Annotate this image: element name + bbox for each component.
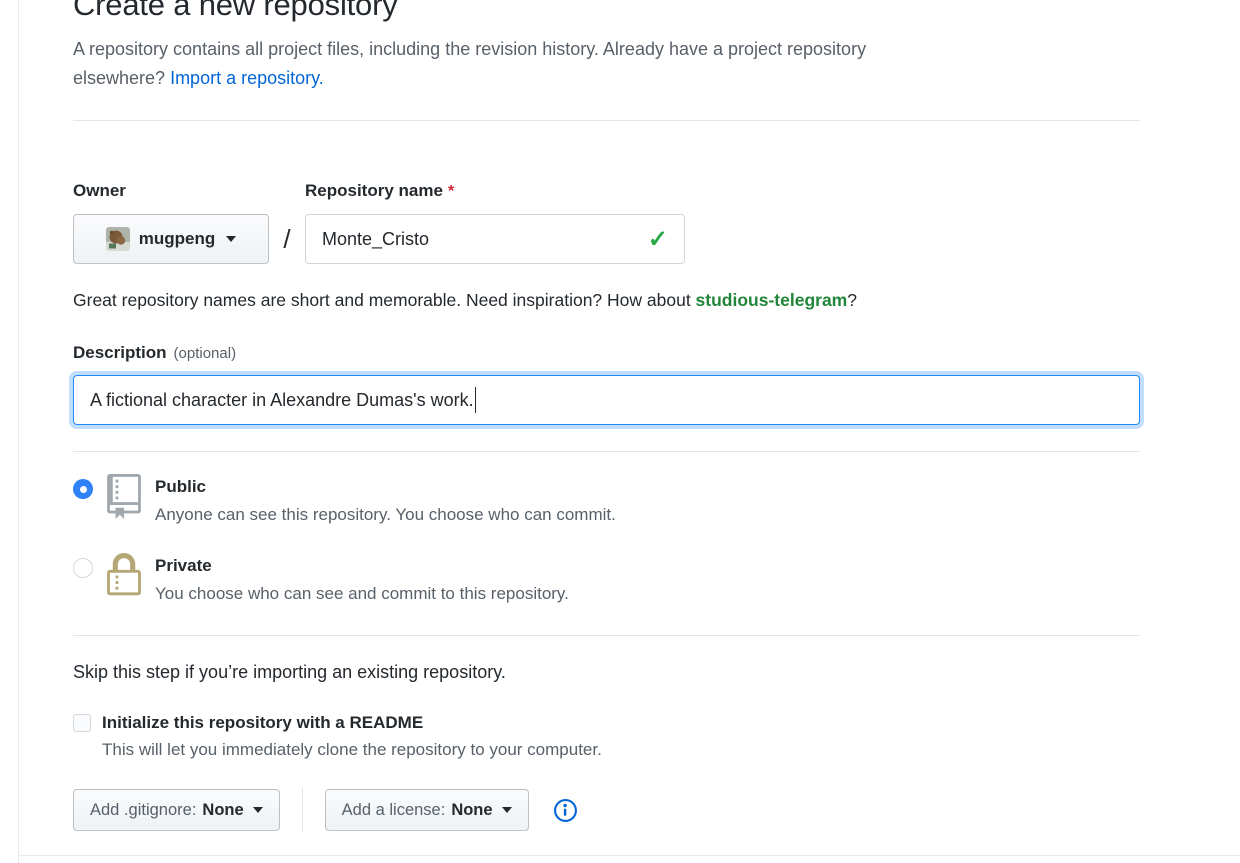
public-option-label: Public xyxy=(155,474,616,499)
readme-label: Initialize this repository with a README xyxy=(102,713,423,733)
readme-checkbox-row[interactable]: Initialize this repository with a README xyxy=(73,713,1140,733)
private-radio[interactable] xyxy=(73,558,93,578)
divider-top xyxy=(73,120,1140,121)
repo-book-icon xyxy=(106,474,142,528)
license-prefix: Add a license: xyxy=(342,801,446,820)
subtitle-line-2-prefix: elsewhere? xyxy=(73,68,170,88)
description-value: A fictional character in Alexandre Dumas… xyxy=(90,390,474,411)
page-title: Create a new repository xyxy=(73,0,1140,23)
owner-select-button[interactable]: mugpeng xyxy=(73,214,269,264)
gitignore-value: None xyxy=(202,801,243,820)
hint-prefix: Great repository names are short and mem… xyxy=(73,290,696,310)
owner-repo-labels-row: Owner Repository name * xyxy=(73,181,1140,201)
public-radio[interactable] xyxy=(73,479,93,499)
create-repository-form: Create a new repository A repository con… xyxy=(73,0,1140,832)
owner-label: Owner xyxy=(73,181,126,200)
repository-name-value: Monte_Cristo xyxy=(322,229,429,250)
chevron-down-icon xyxy=(253,807,263,813)
info-icon[interactable] xyxy=(553,798,578,823)
license-dropdown-button[interactable]: Add a license: None xyxy=(325,789,529,831)
page-subtitle: A repository contains all project files,… xyxy=(73,35,1140,93)
owner-avatar xyxy=(106,227,130,251)
lock-icon xyxy=(106,553,142,607)
section-bottom-divider xyxy=(18,855,1240,856)
owner-repo-controls-row: mugpeng / Monte_Cristo ✓ xyxy=(73,214,1140,264)
chevron-down-icon xyxy=(226,236,236,242)
visibility-option-public[interactable]: Public Anyone can see this repository. Y… xyxy=(73,474,1140,528)
import-repository-link[interactable]: Import a repository. xyxy=(170,68,324,88)
description-input[interactable]: A fictional character in Alexandre Dumas… xyxy=(73,375,1140,425)
gitignore-prefix: Add .gitignore: xyxy=(90,801,196,820)
gitignore-dropdown-button[interactable]: Add .gitignore: None xyxy=(73,789,280,831)
init-actions-row: Add .gitignore: None Add a license: None xyxy=(73,788,1140,832)
owner-value: mugpeng xyxy=(139,229,216,249)
subtitle-line-1: A repository contains all project files,… xyxy=(73,35,1140,64)
repository-name-hint: Great repository names are short and mem… xyxy=(73,290,1140,311)
divider-visibility xyxy=(73,451,1140,452)
private-option-description: You choose who can see and commit to thi… xyxy=(155,581,569,607)
license-value: None xyxy=(451,801,492,820)
divider-init xyxy=(73,635,1140,636)
readme-note: This will let you immediately clone the … xyxy=(102,740,1140,760)
description-label-row: Description (optional) xyxy=(73,343,1140,363)
description-optional-tag: (optional) xyxy=(174,345,237,362)
visibility-option-private[interactable]: Private You choose who can see and commi… xyxy=(73,553,1140,607)
readme-checkbox[interactable] xyxy=(73,714,91,732)
subtitle-line-2: elsewhere? Import a repository. xyxy=(73,64,1140,93)
repository-name-input[interactable]: Monte_Cristo ✓ xyxy=(305,214,685,264)
description-label: Description xyxy=(73,343,167,362)
text-cursor xyxy=(475,387,477,413)
skip-step-note: Skip this step if you’re importing an ex… xyxy=(73,662,1140,683)
vertical-divider xyxy=(302,788,303,832)
public-option-description: Anyone can see this repository. You choo… xyxy=(155,502,616,528)
chevron-down-icon xyxy=(502,807,512,813)
valid-check-icon: ✓ xyxy=(648,225,668,254)
required-asterisk: * xyxy=(448,183,454,200)
private-option-label: Private xyxy=(155,553,569,578)
owner-repo-separator: / xyxy=(269,224,305,255)
window-left-border xyxy=(18,0,19,863)
suggested-name[interactable]: studious-telegram xyxy=(696,290,848,310)
hint-suffix: ? xyxy=(847,290,857,310)
repository-name-label: Repository name xyxy=(305,181,443,200)
